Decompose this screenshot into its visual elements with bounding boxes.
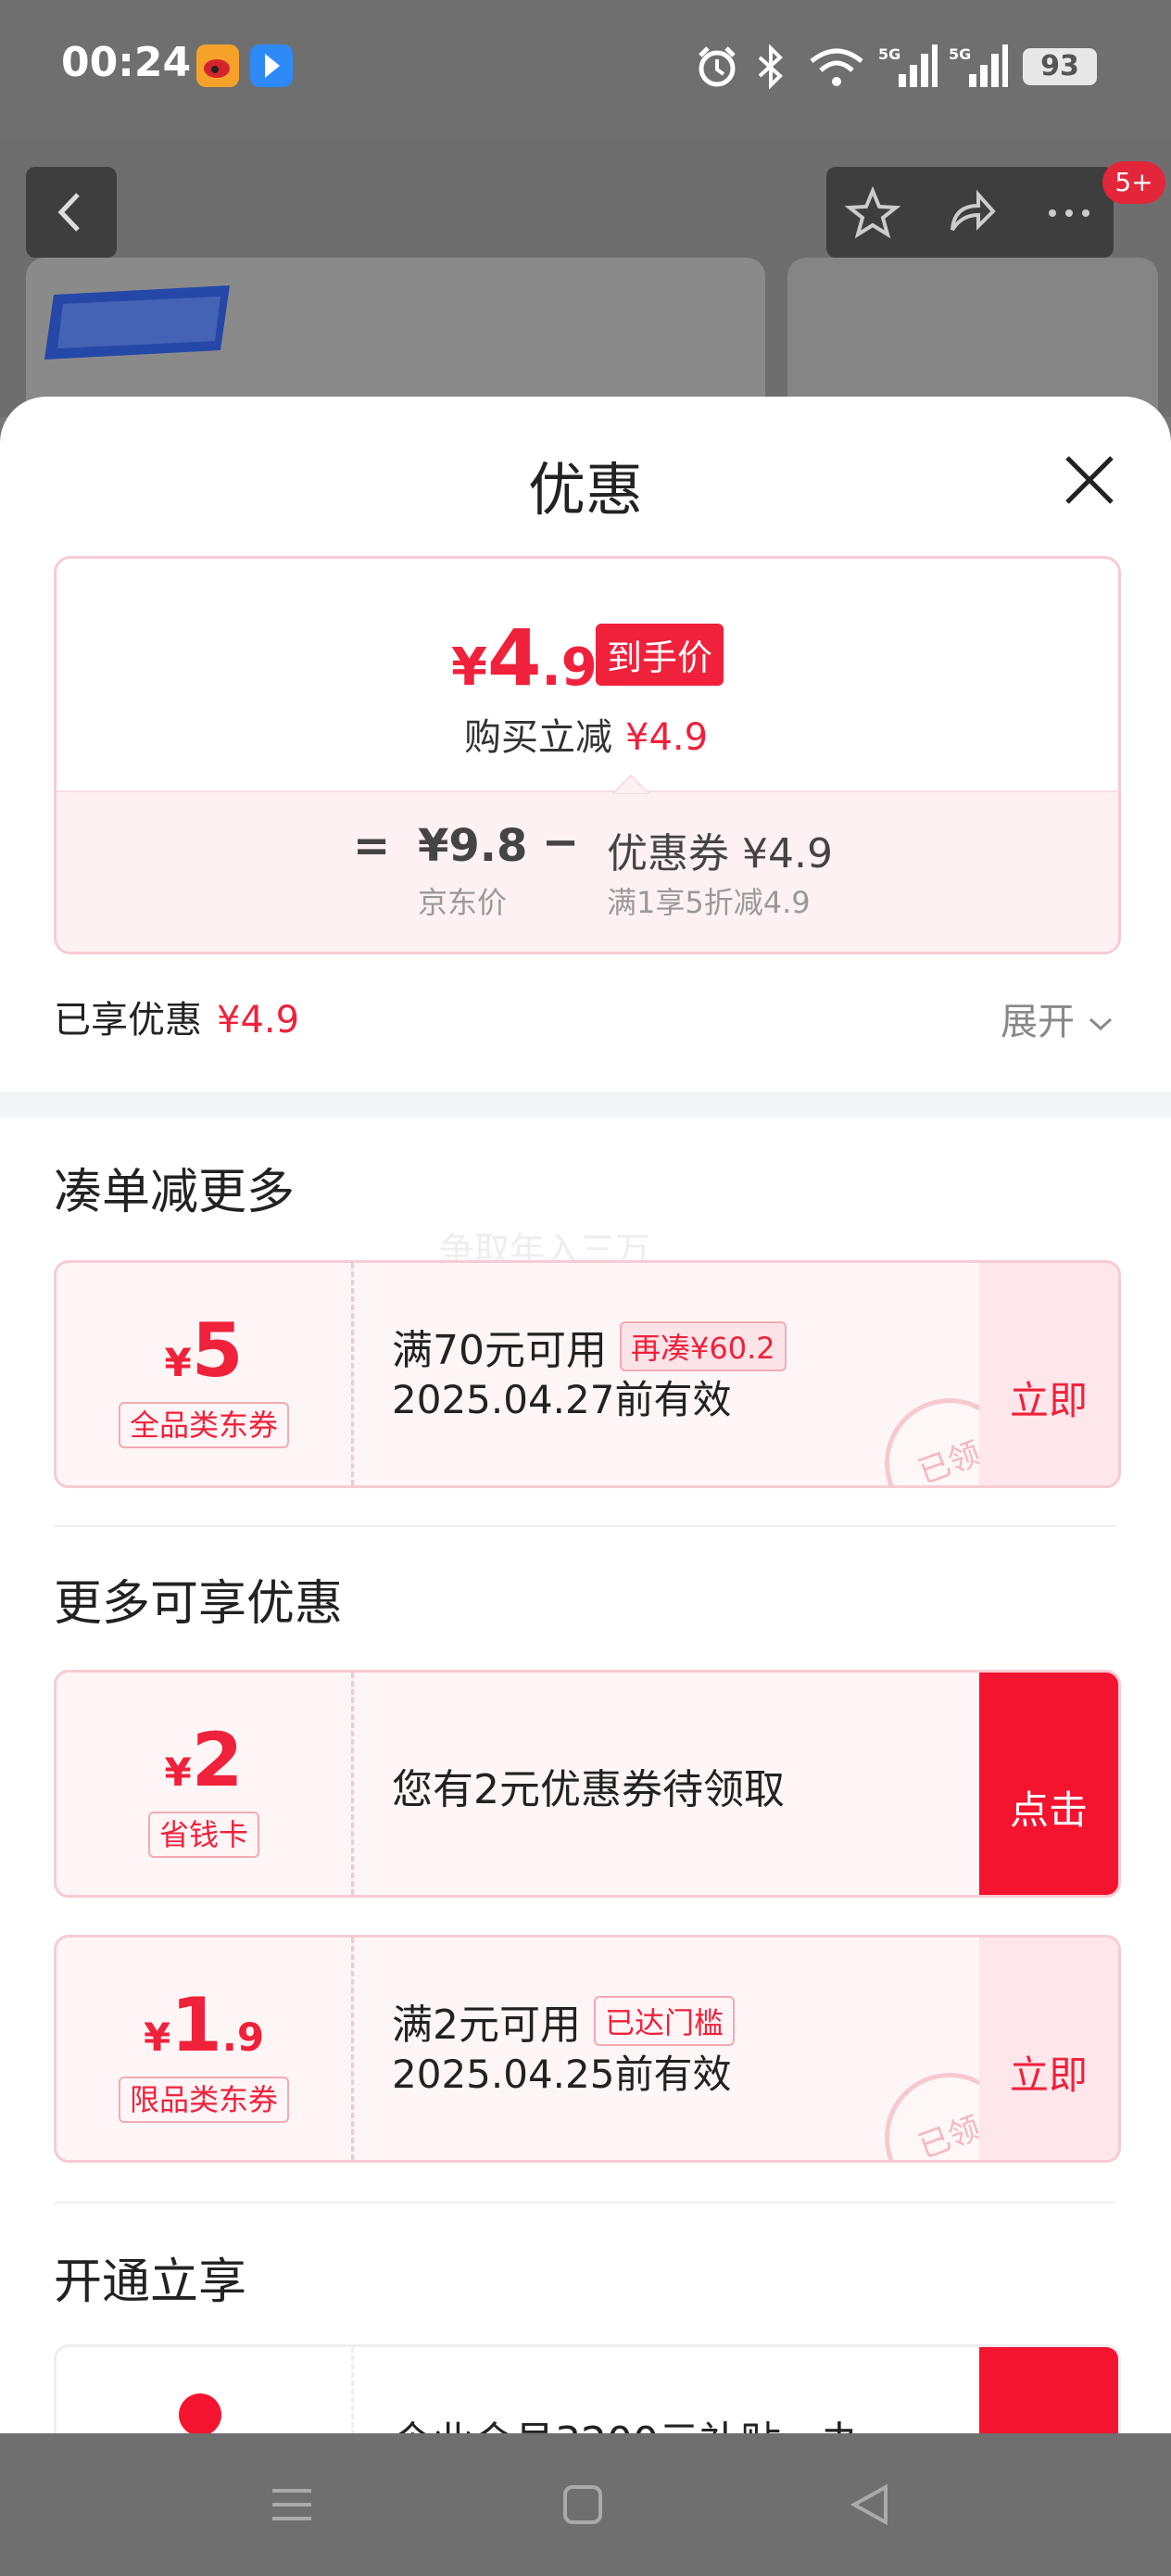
divider-line: [54, 2202, 1115, 2203]
coupon-type: 限品类东券: [57, 2077, 351, 2123]
coupon-value: 优惠券 ¥4.9: [607, 830, 833, 878]
coupon-amount: ¥1.9: [143, 1982, 265, 2068]
coupon-separator: [351, 2347, 354, 2435]
coupon-validity: 2025.04.27前有效: [392, 1377, 732, 1422]
svg-text:5G: 5G: [949, 45, 971, 63]
close-icon[interactable]: [1062, 452, 1117, 508]
app-notification-icon: [250, 44, 293, 87]
coupon-desc: 满1享5折减4.9: [607, 885, 811, 920]
section-title-combine: 凑单减更多: [54, 1165, 296, 1220]
home-icon[interactable]: [560, 2481, 606, 2528]
coupon-condition: 满70元可用 再凑¥60.2: [392, 1317, 787, 1376]
final-price-tag: 到手价: [596, 624, 724, 686]
coupon-amount: ¥5: [164, 1307, 244, 1394]
red-dot-icon: [179, 2393, 221, 2435]
divider-line: [54, 1525, 1115, 1527]
menu-icon[interactable]: [269, 2481, 315, 2528]
coupon-card-combine: ¥5 全品类东券 满70元可用 再凑¥60.2 2025.04.27前有效 已领 …: [54, 1260, 1121, 1488]
coupon-separator: [351, 1673, 354, 1895]
expand-button[interactable]: 展开: [1001, 991, 1114, 1045]
star-icon[interactable]: [845, 185, 900, 241]
wifi-icon: [810, 48, 863, 86]
coupon-chip: 已达门槛: [594, 1996, 736, 2046]
coupon-card-limited: ¥1.9 限品类东券 满2元可用 已达门槛 2025.04.25前有效 已领 立即…: [54, 1935, 1121, 2163]
signal-5g-icon: 5G: [878, 44, 938, 87]
battery-level: 93: [1023, 48, 1097, 85]
back-button[interactable]: [26, 167, 117, 258]
top-actions: [826, 167, 1114, 258]
svg-text:5G: 5G: [878, 45, 900, 63]
membership-card: 企业会员3200元补贴，办 立即: [54, 2344, 1121, 2435]
section-title-open: 开通立享: [54, 2254, 247, 2310]
weibo-app-icon: [196, 44, 239, 87]
coupon-type: 省钱卡: [57, 1812, 351, 1858]
chevron-left-icon: [57, 193, 80, 232]
equals-sign: =: [353, 820, 391, 872]
use-now-button[interactable]: 立即使用: [979, 1263, 1118, 1485]
alarm-icon: [699, 46, 736, 87]
open-now-button[interactable]: 立即: [979, 2347, 1118, 2435]
status-bar: 00:24 5G 5G 93: [0, 0, 1171, 139]
minus-sign: −: [542, 816, 580, 868]
claim-button[interactable]: 点击领取: [979, 1673, 1118, 1895]
coupon-validity: 2025.04.25前有效: [392, 2052, 732, 2097]
coupon-separator: [351, 1938, 354, 2160]
instant-discount: 购买立减 ¥4.9: [464, 716, 709, 759]
coupon-condition: 满2元可用 已达门槛: [392, 1991, 736, 2051]
bluetooth-icon: [758, 44, 783, 89]
use-now-button[interactable]: 立即使用: [979, 1938, 1118, 2160]
section-divider: [0, 1092, 1171, 1118]
price-formula: [57, 790, 1118, 952]
coupon-amount: ¥2: [164, 1717, 244, 1803]
coupon-separator: [351, 1263, 354, 1485]
more-icon[interactable]: [1041, 185, 1097, 241]
pointer-notch: [612, 774, 649, 794]
system-nav-bar: [0, 2433, 1171, 2576]
coupon-card-saving-card: ¥2 省钱卡 您有2元优惠券待领取 点击领取: [54, 1670, 1121, 1898]
enjoyed-discount: 已享优惠 ¥4.9: [54, 999, 300, 1042]
brand-logo: [44, 285, 230, 360]
section-title-more: 更多可享优惠: [54, 1576, 344, 1632]
sheet-title: 优惠: [527, 456, 643, 524]
back-nav-icon[interactable]: [847, 2481, 893, 2528]
share-icon[interactable]: [943, 185, 999, 241]
chevron-down-icon: [1089, 1017, 1112, 1031]
membership-text: 企业会员3200元补贴，办: [392, 2408, 863, 2435]
cart-badge: 5+: [1102, 161, 1165, 204]
jd-price-label: 京东价: [418, 885, 508, 920]
coupon-text: 您有2元优惠券待领取: [392, 1766, 785, 1813]
price-breakdown-card: ¥4.9 到手价 购买立减 ¥4.9 = ¥9.8 京东价 − 优惠券 ¥4.9 …: [54, 556, 1121, 954]
final-price: ¥4.9: [451, 612, 598, 703]
discount-sheet: 优惠 ¥4.9 到手价 购买立减 ¥4.9 = ¥9.8 京东价 − 优惠券 ¥4…: [0, 397, 1171, 2435]
coupon-chip: 再凑¥60.2: [620, 1321, 787, 1371]
signal-5g-icon-2: 5G: [949, 44, 1008, 87]
status-time: 00:24: [61, 39, 192, 86]
jd-price-value: ¥9.8: [418, 820, 528, 872]
coupon-type: 全品类东券: [57, 1402, 351, 1448]
